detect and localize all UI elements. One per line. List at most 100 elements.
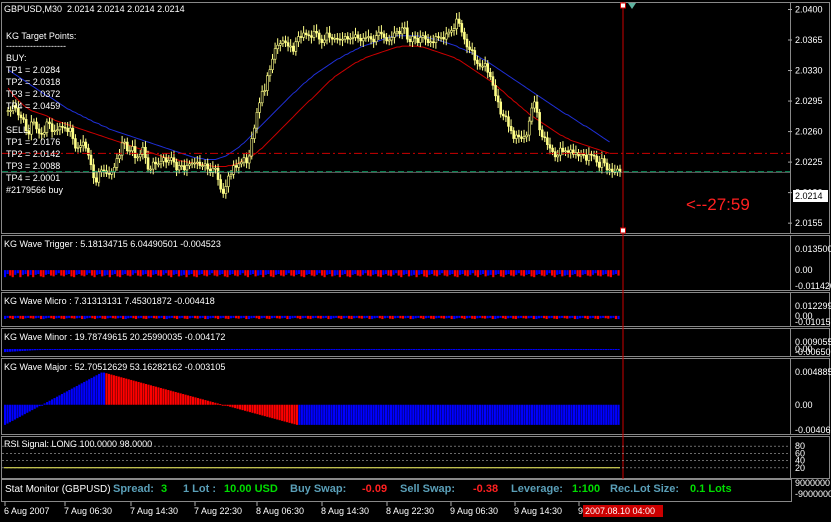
wave-micro-bar [476,315,479,319]
wave-trigger-bar [262,270,265,278]
price-candle-body [268,69,272,77]
wave-major-bar [387,404,390,425]
wave-micro-bar [14,315,17,319]
wave-trigger-bar [392,270,395,275]
wave-micro-bar [512,315,515,319]
wave-trigger-bar [60,270,63,276]
wave-minor-bar [303,348,306,350]
wave-major-bar [516,404,519,425]
wave-trigger-bar [195,270,198,278]
wave-major-bar [602,404,605,425]
price-candle-body [473,50,477,61]
wave-micro-bar [268,315,271,320]
wave-micro-bar [19,315,22,319]
wave-minor-bar [168,348,171,350]
wave-minor-bar [497,348,500,350]
wave-trigger-bar [609,270,612,278]
wave-micro-bar [286,315,289,320]
price-candle-body [349,37,352,40]
leverage-label: Leverage: [511,483,563,495]
wave-major-bar [172,391,175,405]
wave-trigger-bar [167,270,170,276]
wave-micro-bar [345,315,348,318]
price-candle-body [457,18,461,24]
wave-trigger-bar [267,270,270,275]
wave-micro-bar [514,315,517,320]
wave-micro-bar [32,315,35,319]
wave-minor-bar [485,348,488,350]
wave-trigger-bar [586,270,589,276]
wave-minor-bar [293,348,296,350]
wave-major-bar [63,392,66,405]
wave-micro-bar [558,315,561,319]
wave-major-bar [283,404,286,422]
price-candle-body [247,155,251,164]
price-candle-body [610,168,614,172]
price-candle-body [185,165,189,171]
wave-minor-bar [530,348,533,350]
wave-minor-bar [403,348,406,350]
wave-minor-bar [610,348,613,350]
wave-trigger-bar [374,270,377,275]
wave-major-bar [68,390,71,405]
wave-minor-bar [507,348,510,350]
price-candle-body [351,37,355,39]
wave-major-bar [48,400,51,405]
wave-micro-bar [527,315,530,319]
price-candle-body [413,36,417,39]
wave-major-bar [273,404,276,419]
wave-trigger-bar [9,270,12,276]
wave-minor-bar [21,348,24,351]
wave-major-bar [107,373,110,405]
price-candle-body [102,169,106,172]
wave-major-bar [575,404,578,425]
wave-major-bar [543,404,546,425]
wave-minor-bar [445,348,448,350]
wave-trigger-bar [111,270,114,275]
wave-micro-bar [217,315,220,320]
wave-minor-bar [265,348,268,350]
wave-micro-bar [340,315,343,320]
wave-major-bar [75,385,78,405]
wave-major-bar [162,388,165,405]
wave-minor-bar [228,348,231,350]
wave-trigger-bar [152,270,155,275]
wave-major-bar [130,379,133,405]
wave-trigger-bar [180,270,183,276]
price-candle-body [374,35,378,43]
wave-minor-bar [502,348,505,350]
wave-minor-bar [587,348,590,350]
wave-trigger-bar [116,270,119,277]
wave-micro-bar [360,315,363,319]
price-candle-body [546,137,549,145]
wave-trigger-bar [274,270,278,275]
wave-minor-bar [505,348,508,350]
wave-trigger-bar [573,270,577,275]
wave-trigger-bar [354,270,357,275]
wave-major-bar [140,382,143,405]
buy-swap-label: Buy Swap: [290,483,347,495]
wave-micro-bar [543,315,546,319]
wave-trigger-bar [458,270,462,275]
wave-micro-bar [304,315,307,318]
wave-micro-bar [594,315,597,319]
price-candle-body [216,167,220,180]
price-candle-body [234,165,238,168]
wave-micro-bar [78,315,81,318]
wave-trigger-bar [313,270,316,277]
wave-minor-bar [323,348,326,350]
price-candle-body [172,157,176,163]
wave-trigger-bar [338,270,341,278]
wave-minor-bar [522,348,525,350]
price-candle-body [406,27,409,40]
wave-major-axis-label: -0.004062 [795,425,831,435]
wave-micro-bar [170,315,173,318]
wave-minor-bar [617,348,620,350]
wave-minor-bar [422,348,426,350]
wave-micro-bar [373,315,376,319]
wave-trigger-bar [88,270,91,274]
wave-trigger-bar [221,270,224,275]
wave-major-bar [4,404,7,425]
wave-micro-bar [98,315,102,318]
wave-minor-bar [136,348,139,350]
